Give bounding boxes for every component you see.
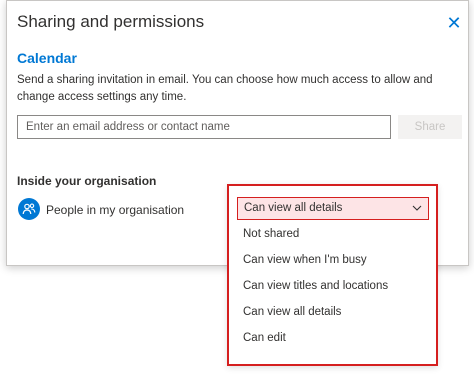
calendar-title: Calendar — [17, 50, 77, 66]
chevron-down-icon — [412, 205, 422, 211]
people-icon — [18, 198, 40, 220]
option-view-busy[interactable]: Can view when I'm busy — [243, 254, 367, 266]
share-button[interactable]: Share — [398, 115, 462, 139]
option-can-edit[interactable]: Can edit — [243, 332, 286, 344]
permission-select-value: Can view all details — [244, 202, 343, 214]
close-icon[interactable]: ✕ — [446, 14, 462, 32]
option-not-shared[interactable]: Not shared — [243, 228, 299, 240]
permission-select[interactable]: Can view all details — [237, 197, 429, 220]
option-view-all-details[interactable]: Can view all details — [243, 306, 341, 318]
dialog-title: Sharing and permissions — [17, 12, 205, 31]
people-in-organisation-label: People in my organisation — [46, 203, 185, 217]
inside-organisation-heading: Inside your organisation — [17, 174, 157, 188]
email-input[interactable] — [17, 115, 391, 139]
option-view-titles-locations[interactable]: Can view titles and locations — [243, 280, 388, 292]
invitation-description: Send a sharing invitation in email. You … — [17, 74, 433, 103]
